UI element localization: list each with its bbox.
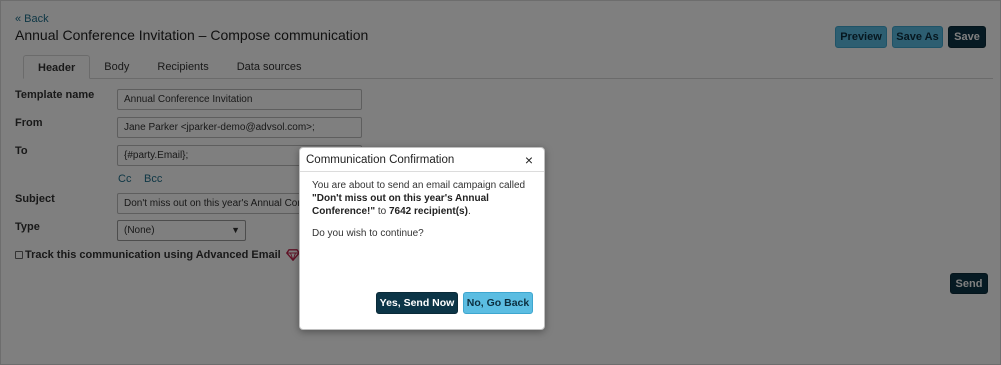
send-now-button[interactable]: Yes, Send Now — [376, 292, 458, 314]
message-prefix: You are about to send an email campaign … — [312, 180, 526, 191]
dialog-message: You are about to send an email campaign … — [312, 179, 537, 218]
recipient-count: 7642 recipient(s) — [389, 206, 468, 217]
message-suffix: . — [467, 206, 471, 217]
dialog-question: Do you wish to continue? — [312, 228, 424, 239]
dialog-title: Communication Confirmation — [306, 154, 455, 166]
dialog-header: Communication Confirmation × — [300, 148, 544, 172]
message-mid: to — [375, 206, 389, 217]
go-back-button[interactable]: No, Go Back — [463, 292, 533, 314]
confirmation-dialog: Communication Confirmation × You are abo… — [299, 147, 545, 330]
close-icon[interactable]: × — [525, 148, 533, 172]
